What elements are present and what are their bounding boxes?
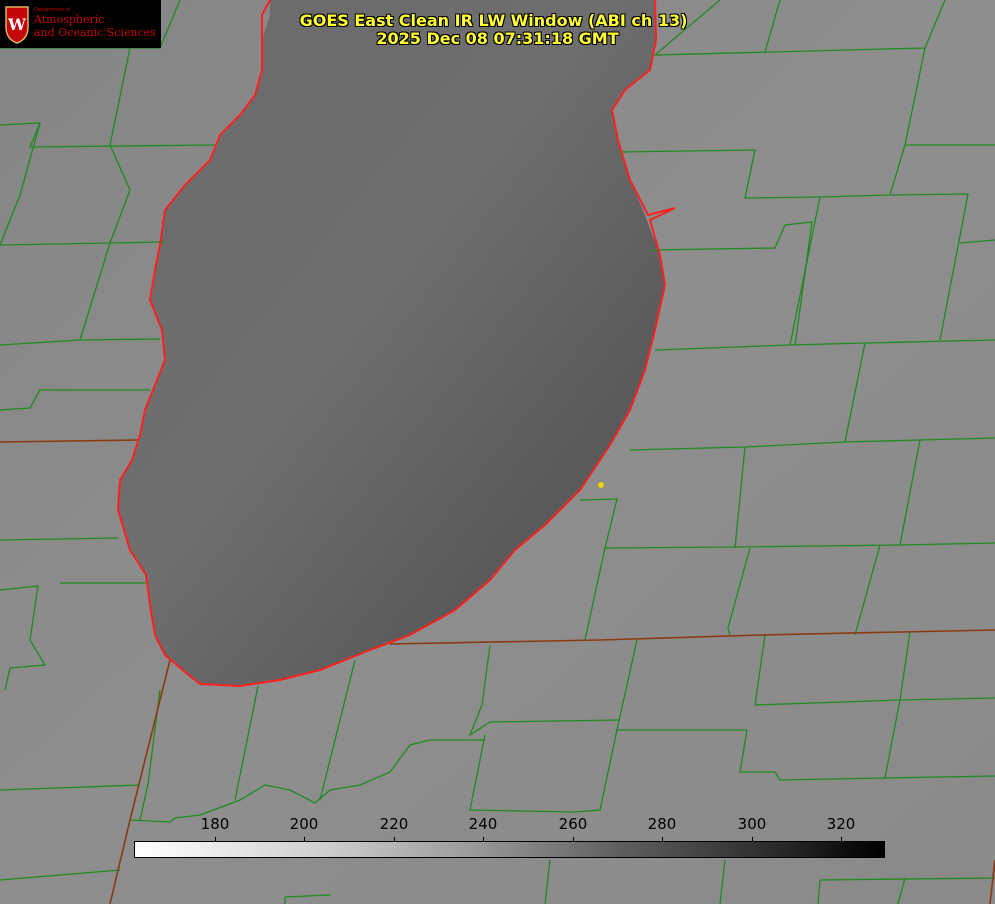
scale-tick-label: 240	[468, 815, 498, 833]
scale-tick-label: 300	[737, 815, 767, 833]
map-timestamp: 2025 Dec 08 07:31:18 GMT	[376, 29, 619, 48]
scale-tick-label: 180	[200, 815, 230, 833]
color-scale-bar	[134, 841, 885, 858]
scale-tick	[841, 837, 842, 842]
station-marker	[598, 482, 604, 488]
scale-tick-label: 280	[647, 815, 677, 833]
scale-tick-label: 220	[379, 815, 409, 833]
satellite-map	[0, 0, 995, 904]
scale-tick	[215, 837, 216, 842]
scale-tick	[573, 837, 574, 842]
scale-tick-label: 200	[289, 815, 319, 833]
scale-tick	[304, 837, 305, 842]
scale-tick	[752, 837, 753, 842]
scale-tick-label: 260	[558, 815, 588, 833]
scale-tick	[662, 837, 663, 842]
map-title: GOES East Clean IR LW Window (ABI ch 13)	[299, 11, 688, 30]
scale-tick	[394, 837, 395, 842]
scale-tick-label: 320	[826, 815, 856, 833]
scale-tick	[483, 837, 484, 842]
